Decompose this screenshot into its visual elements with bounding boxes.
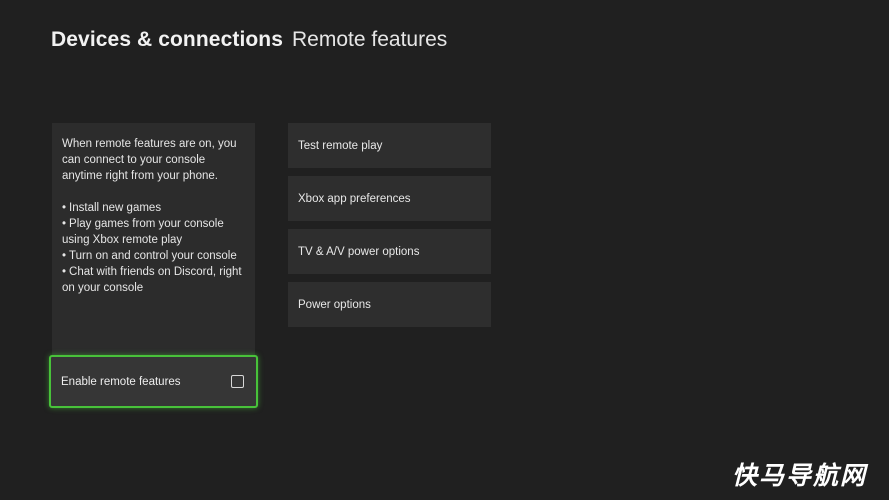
feature-list-item: • Chat with friends on Discord, right on … <box>62 266 242 294</box>
page-title: Remote features <box>292 28 448 51</box>
info-intro-text: When remote features are on, you can con… <box>62 138 237 182</box>
options-list: Test remote play Xbox app preferences TV… <box>288 123 491 335</box>
feature-list-item: • Install new games <box>62 202 162 214</box>
feature-list-item: • Play games from your console using Xbox… <box>62 218 224 246</box>
power-options-button[interactable]: Power options <box>288 282 491 327</box>
enable-remote-features-toggle[interactable]: Enable remote features <box>49 355 258 408</box>
xbox-app-preferences-button[interactable]: Xbox app preferences <box>288 176 491 221</box>
feature-list-item: • Turn on and control your console <box>62 250 237 262</box>
section-title: Devices & connections <box>51 28 284 51</box>
tv-av-power-options-button[interactable]: TV & A/V power options <box>288 229 491 274</box>
watermark: 快马导航网 <box>731 461 867 490</box>
checkbox-icon[interactable] <box>231 375 244 388</box>
feature-list: • Install new games • Play games from your… <box>62 200 247 296</box>
info-panel: When remote features are on, you can con… <box>52 123 255 355</box>
page-header: Devices & connections Remote features <box>51 28 447 52</box>
test-remote-play-button[interactable]: Test remote play <box>288 123 491 168</box>
enable-remote-features-label: Enable remote features <box>61 375 181 388</box>
